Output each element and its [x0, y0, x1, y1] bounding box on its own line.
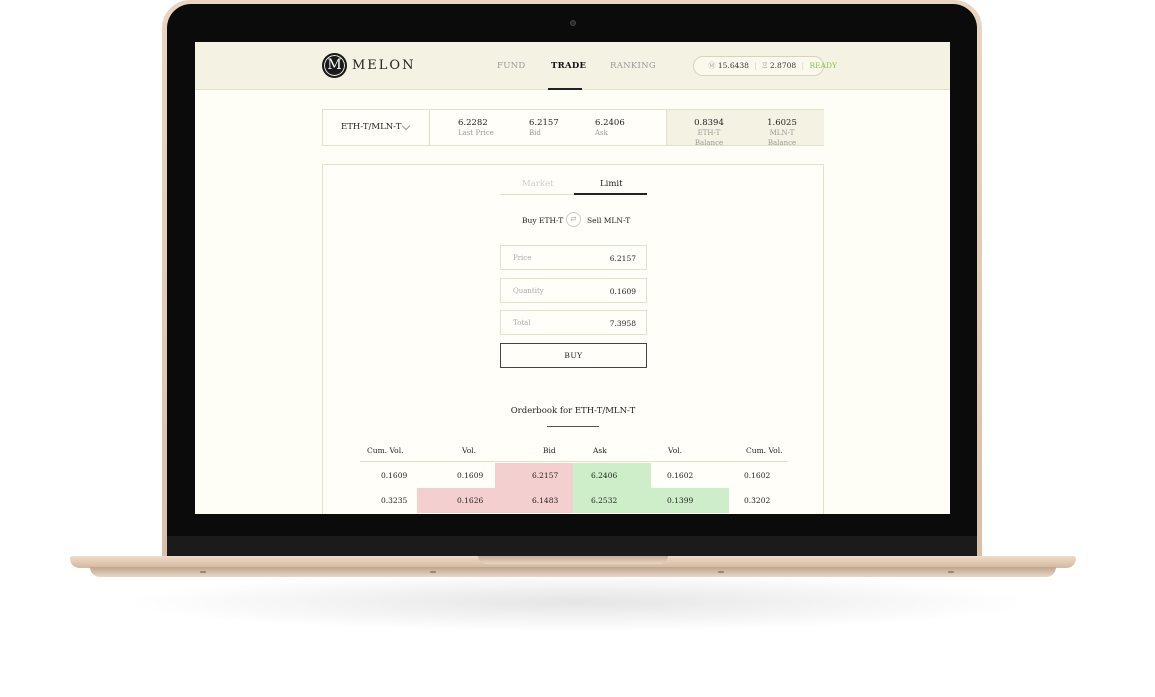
laptop-foot	[430, 571, 436, 573]
logo-text[interactable]: MELON	[352, 58, 415, 73]
bid-price[interactable]: 6.1483	[532, 496, 558, 505]
header-bid-vol: Vol.	[462, 446, 477, 455]
mln-balance: 15.6438	[717, 61, 749, 70]
eth-balance: 2.8708	[769, 61, 797, 70]
bid-label: Bid	[529, 129, 541, 137]
swap-icon[interactable]: ⇄	[566, 212, 581, 227]
sell-side-label[interactable]: Sell MLN-T	[587, 216, 630, 225]
total-value: 7.3958	[609, 319, 636, 328]
logo-letter: M	[327, 57, 342, 73]
laptop-base-lip	[90, 567, 1056, 577]
mln-t-balance-value: 1.6025	[767, 118, 797, 128]
bid-cum-vol: 0.3235	[381, 496, 408, 505]
price-label: Price	[513, 254, 532, 262]
tab-limit[interactable]: Limit	[600, 179, 623, 189]
eth-t-balance-value: 0.8394	[694, 118, 724, 128]
orderbook-title: Orderbook for ETH-T/MLN-T	[510, 406, 636, 416]
top-navigation-bar: M MELON FUND TRADE RANKING Ⓜ 15.6438 | Ξ…	[195, 42, 950, 90]
status-pill: Ⓜ 15.6438 | Ξ 2.8708 | READY	[693, 56, 837, 76]
chevron-down-icon	[401, 121, 411, 131]
tab-market[interactable]: Market	[522, 179, 553, 189]
price-value: 6.2157	[609, 254, 636, 263]
ask-cum-vol: 0.3202	[744, 496, 771, 505]
ticker-bar: ETH-T/MLN-T 6.2282 Last Price 6.2157 Bid…	[322, 109, 824, 148]
mln-icon: Ⓜ	[708, 61, 716, 70]
app-screen: M MELON FUND TRADE RANKING Ⓜ 15.6438 | Ξ…	[195, 42, 950, 514]
last-price-label: Last Price	[458, 129, 494, 137]
laptop-foot	[948, 571, 954, 573]
tab-active-underline	[574, 193, 647, 195]
eth-icon: Ξ	[762, 61, 768, 70]
total-label: Total	[513, 319, 531, 327]
ask-price: 6.2406 Ask	[595, 118, 625, 138]
total-field[interactable]: Total 7.3958	[500, 310, 647, 335]
buy-side-label[interactable]: Buy ETH-T	[522, 216, 563, 225]
nav-trade[interactable]: TRADE	[551, 61, 586, 71]
quantity-value: 0.1609	[609, 287, 636, 296]
nav-active-underline	[548, 88, 582, 90]
pair-label: ETH-T/MLN-T	[341, 122, 402, 132]
bid-vol: 0.1609	[457, 471, 484, 480]
header-bid: Bid	[543, 446, 556, 455]
bid-price[interactable]: 6.2157	[532, 471, 558, 480]
orderbook-title-underline	[547, 426, 599, 427]
quantity-label: Quantity	[513, 287, 544, 295]
ask-cum-vol: 0.1602	[744, 471, 771, 480]
ask-price[interactable]: 6.2532	[591, 496, 617, 505]
quantity-field[interactable]: Quantity 0.1609	[500, 278, 647, 303]
ask-label: Ask	[595, 129, 608, 137]
header-ask-cum-vol: Cum. Vol.	[746, 446, 783, 455]
last-price: 6.2282 Last Price	[458, 118, 494, 138]
balance-box: 0.8394 ETH-T Balance 1.6025 MLN-T Balanc…	[666, 110, 824, 148]
nav-fund[interactable]: FUND	[497, 61, 526, 71]
header-bid-cum-vol: Cum. Vol.	[367, 446, 404, 455]
order-panel: Market Limit Buy ETH-T ⇄ Sell MLN-T Pric…	[322, 164, 824, 514]
laptop-shadow	[120, 572, 1035, 632]
buy-button[interactable]: BUY	[500, 343, 647, 368]
ask-vol: 0.1602	[667, 471, 694, 480]
eth-t-balance-label: ETH-T Balance	[694, 129, 724, 147]
orderbook-header-divider	[360, 461, 788, 462]
mln-t-balance: 1.6025 MLN-T Balance	[755, 118, 809, 148]
mln-t-balance-label: MLN-T Balance	[767, 129, 797, 147]
camera-icon	[570, 20, 576, 26]
bid-cum-vol: 0.1609	[381, 471, 408, 480]
nav-ranking[interactable]: RANKING	[610, 61, 656, 71]
ask-price[interactable]: 6.2406	[591, 471, 617, 480]
price-field[interactable]: Price 6.2157	[500, 245, 647, 270]
ask-value: 6.2406	[595, 118, 625, 128]
melon-logo-icon[interactable]: M	[322, 53, 347, 78]
eth-t-balance: 0.8394 ETH-T Balance	[685, 118, 733, 148]
pair-selector[interactable]: ETH-T/MLN-T	[323, 110, 430, 145]
laptop-foot	[718, 571, 724, 573]
bid-vol: 0.1626	[457, 496, 484, 505]
ready-status: READY	[809, 61, 837, 70]
header-ask-vol: Vol.	[668, 446, 683, 455]
header-ask: Ask	[593, 446, 607, 455]
laptop-notch	[478, 556, 668, 564]
bid-price: 6.2157 Bid	[529, 118, 559, 138]
laptop-chin	[167, 536, 977, 556]
bid-value: 6.2157	[529, 118, 559, 128]
last-price-value: 6.2282	[458, 118, 488, 128]
laptop-foot	[200, 571, 206, 573]
ask-vol: 0.1399	[667, 496, 694, 505]
